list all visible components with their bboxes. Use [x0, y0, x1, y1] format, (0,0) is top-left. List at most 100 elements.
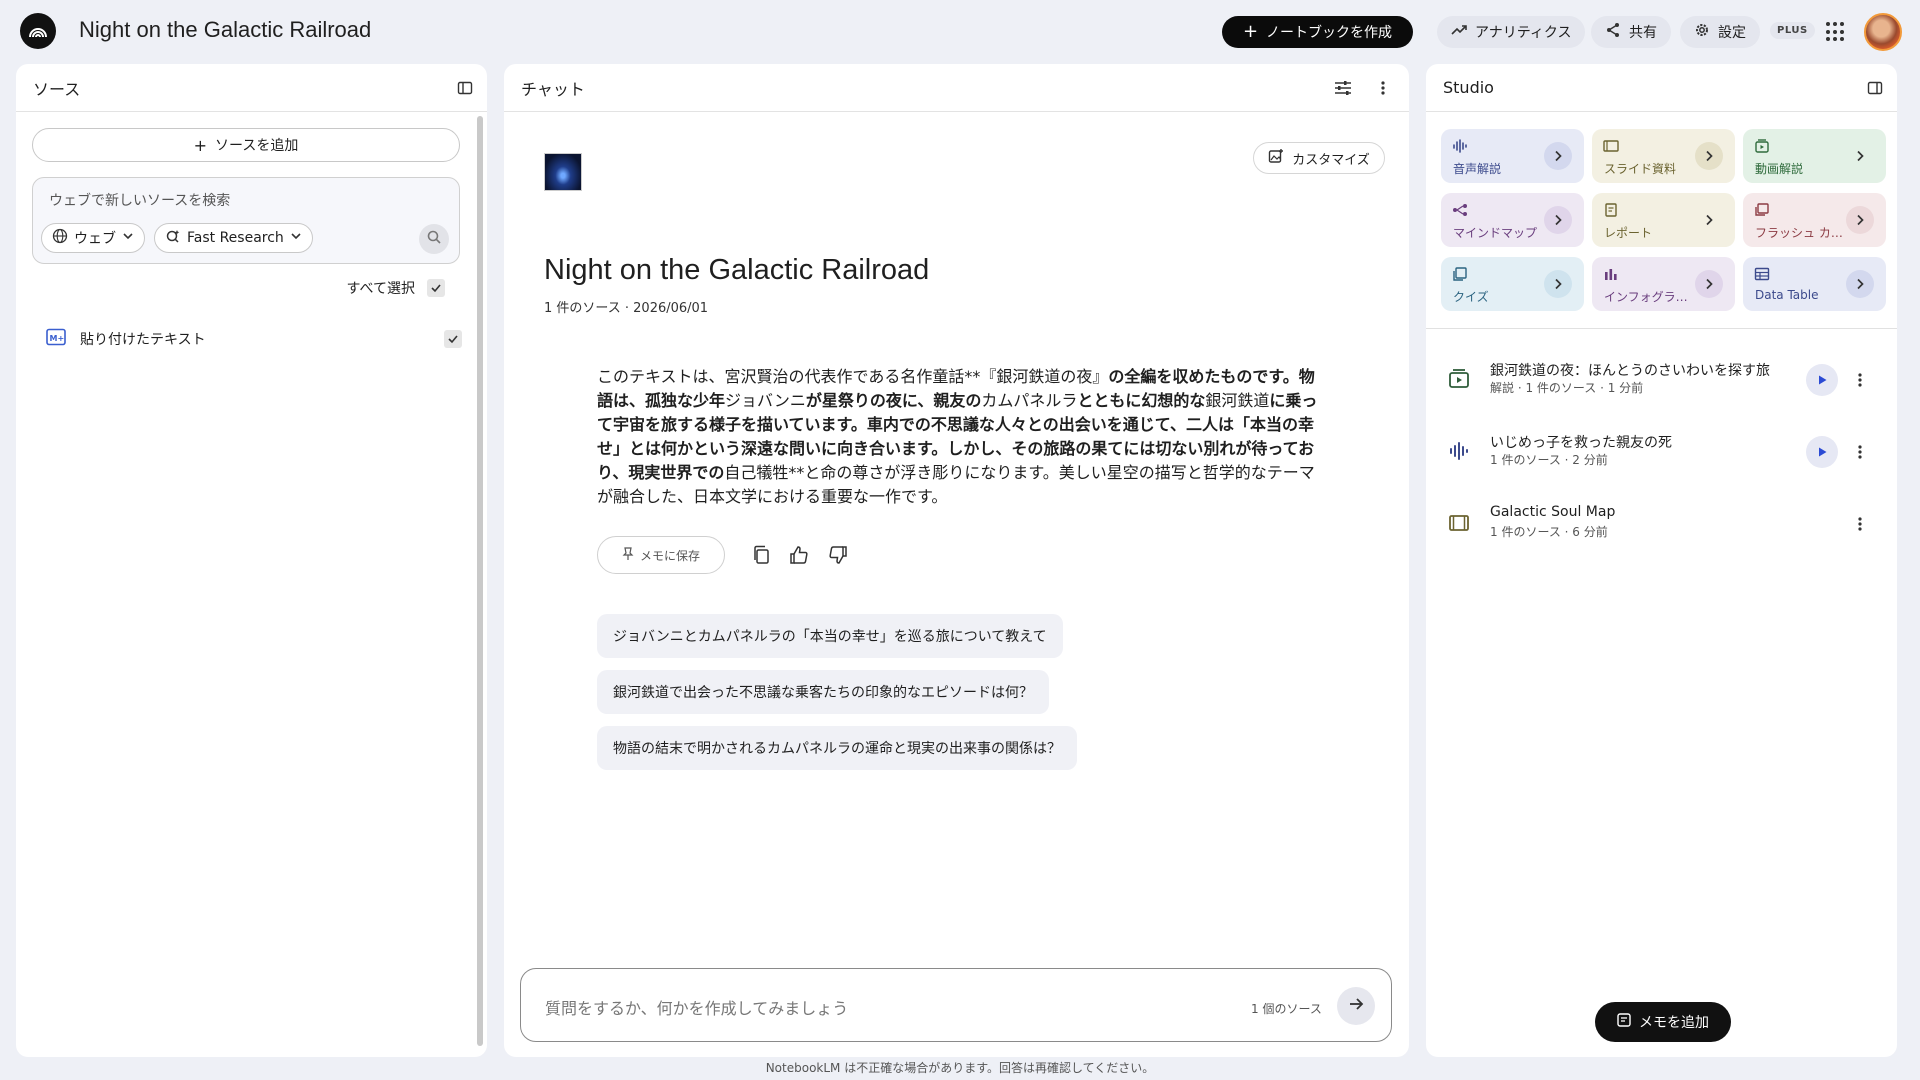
studio-tile-quiz[interactable]: クイズ	[1441, 257, 1584, 311]
save-to-note-button[interactable]: メモに保存	[597, 536, 725, 574]
suggested-question[interactable]: 銀河鉄道で出会った不思議な乗客たちの印象的なエピソードは何？	[597, 670, 1049, 714]
studio-tile-infographic[interactable]: インフォグラフィック	[1592, 257, 1735, 311]
infographic-icon	[1603, 266, 1619, 280]
share-button[interactable]: 共有	[1591, 16, 1671, 48]
generated-item-title: いじめっ子を救った親友の死	[1490, 435, 1672, 451]
suggested-question[interactable]: 物語の結末で明かされるカムパネルラの運命と現実の出来事の関係は？	[597, 726, 1077, 770]
generated-item[interactable]: いじめっ子を救った親友の死 1 件のソース · 2 分前	[1446, 432, 1886, 472]
generated-item-title: Galactic Soul Map	[1490, 504, 1616, 520]
chevron-right-icon[interactable]	[1846, 142, 1874, 170]
sources-scrollbar[interactable]	[477, 116, 483, 1046]
generated-item-subtitle: 1 件のソース · 6 分前	[1490, 525, 1608, 539]
studio-tile-label: 動画解説	[1755, 162, 1804, 176]
more-vert-icon[interactable]	[1369, 74, 1397, 102]
studio-tile-flashcard[interactable]: フラッシュ カード	[1743, 193, 1886, 247]
studio-tile-report[interactable]: レポート	[1592, 193, 1735, 247]
studio-panel-header: Studio	[1426, 64, 1897, 112]
web-scope-dropdown[interactable]: ウェブ	[41, 223, 145, 253]
svg-text:M+: M+	[50, 334, 65, 343]
analytics-button[interactable]: アナリティクス	[1437, 16, 1586, 48]
studio-tile-label: スライド資料	[1604, 162, 1677, 176]
disclaimer-footer: NotebookLM は不正確な場合があります。回答は再確認してください。	[765, 1061, 1155, 1075]
select-all-row[interactable]: すべて選択	[347, 278, 445, 298]
web-search-input[interactable]: ウェブで新しいソースを検索	[49, 190, 230, 210]
studio-tile-slides[interactable]: スライド資料	[1592, 129, 1735, 183]
source-count: 1 個のソース	[1251, 1002, 1322, 1016]
customize-label: カスタマイズ	[1292, 152, 1370, 168]
create-notebook-button[interactable]: + ノートブックを作成	[1222, 16, 1413, 48]
sources-panel: ソース + ソースを追加 ウェブで新しいソースを検索 ウェブ Fast Rese…	[16, 64, 487, 1057]
note-icon	[1617, 1013, 1631, 1031]
create-notebook-label: ノートブックを作成	[1266, 25, 1393, 41]
select-all-label: すべて選択	[346, 281, 415, 297]
summary-text: このテキストは、宮沢賢治の代表作である名作童話**『銀河鉄道の夜』	[597, 367, 1109, 386]
suggested-question[interactable]: ジョバンニとカムパネルラの「本当の幸せ」を巡る旅について教えて	[597, 614, 1063, 658]
chevron-down-icon	[290, 230, 302, 246]
chevron-right-icon[interactable]	[1544, 270, 1572, 298]
share-label: 共有	[1629, 25, 1657, 41]
studio-panel: Studio 音声解説 スライド資料 動画解説マインドマップ レポート フラッシュ カー…	[1426, 64, 1897, 1057]
studio-tile-label: クイズ	[1453, 290, 1489, 304]
pin-icon	[622, 546, 634, 564]
mindmap-icon	[1452, 202, 1468, 216]
chevron-right-icon[interactable]	[1695, 142, 1723, 170]
research-mode-dropdown[interactable]: Fast Research	[154, 223, 313, 253]
quiz-icon	[1452, 266, 1468, 281]
chat-panel: チャット カスタマイズ Night on the Galactic Railro…	[504, 64, 1409, 1057]
thumbs-up-icon[interactable]	[785, 541, 813, 569]
analytics-label: アナリティクス	[1475, 25, 1572, 41]
send-button[interactable]	[1337, 987, 1375, 1025]
add-note-button[interactable]: メモを追加	[1595, 1002, 1731, 1042]
apps-grid-icon[interactable]	[1826, 22, 1846, 42]
play-button[interactable]	[1806, 436, 1838, 468]
studio-tile-video[interactable]: 動画解説	[1743, 129, 1886, 183]
chevron-right-icon[interactable]	[1544, 206, 1572, 234]
chevron-right-icon[interactable]	[1846, 270, 1874, 298]
studio-tile-table[interactable]: Data Table	[1743, 257, 1886, 311]
play-button[interactable]	[1806, 364, 1838, 396]
notebooklm-logo-icon[interactable]	[20, 13, 56, 49]
studio-tile-audio[interactable]: 音声解説	[1441, 129, 1584, 183]
audio-overview-icon	[1446, 438, 1472, 464]
chevron-right-icon[interactable]	[1695, 206, 1723, 234]
chat-panel-header: チャット	[504, 64, 1409, 112]
chevron-right-icon[interactable]	[1695, 270, 1723, 298]
select-all-checkbox[interactable]	[427, 279, 445, 297]
notebook-cover-image	[544, 153, 582, 191]
source-item-checkbox[interactable]	[444, 330, 462, 348]
more-vert-icon[interactable]	[1850, 510, 1870, 538]
trending-icon	[1451, 22, 1467, 42]
copy-icon[interactable]	[747, 541, 775, 569]
summary-text: 銀河鉄道	[1205, 391, 1270, 410]
chat-notebook-meta: 1 件のソース · 2026/06/01	[544, 301, 709, 316]
more-vert-icon[interactable]	[1850, 366, 1870, 394]
chevron-down-icon	[122, 230, 134, 246]
flashcard-icon	[1754, 202, 1770, 216]
chevron-right-icon[interactable]	[1846, 206, 1874, 234]
chat-composer[interactable]: 質問をするか、何かを作成してみましょう 1 個のソース	[520, 968, 1392, 1042]
settings-button[interactable]: 設定	[1680, 16, 1760, 48]
chevron-right-icon[interactable]	[1544, 142, 1572, 170]
generated-item[interactable]: 銀河鉄道の夜：ほんとうのさいわいを探す旅 解説 · 1 件のソース · 1 分前	[1446, 360, 1886, 400]
save-to-note-label: メモに保存	[639, 548, 700, 563]
customize-button[interactable]: カスタマイズ	[1253, 142, 1385, 174]
source-item-label: 貼り付けたテキスト	[80, 332, 206, 348]
thumbs-down-icon[interactable]	[824, 541, 852, 569]
more-vert-icon[interactable]	[1850, 438, 1870, 466]
search-submit-button[interactable]	[419, 224, 449, 254]
add-source-label: ソースを追加	[215, 138, 299, 154]
summary-text: カムパネルラ	[981, 391, 1078, 410]
arrow-right-icon	[1347, 995, 1365, 1017]
add-source-button[interactable]: + ソースを追加	[32, 128, 460, 162]
generated-item[interactable]: Galactic Soul Map 1 件のソース · 6 分前	[1446, 504, 1886, 544]
sources-panel-header: ソース	[16, 64, 487, 112]
collapse-panel-icon[interactable]	[451, 74, 479, 102]
share-icon	[1605, 22, 1621, 42]
collapse-panel-icon[interactable]	[1861, 74, 1889, 102]
studio-tile-mindmap[interactable]: マインドマップ	[1441, 193, 1584, 247]
source-item[interactable]: M+ 貼り付けたテキスト	[46, 326, 462, 352]
avatar[interactable]	[1864, 13, 1902, 51]
chat-settings-icon[interactable]	[1329, 74, 1357, 102]
chat-input[interactable]: 質問をするか、何かを作成してみましょう	[545, 995, 848, 1019]
notebook-title[interactable]: Night on the Galactic Railroad	[79, 17, 371, 43]
